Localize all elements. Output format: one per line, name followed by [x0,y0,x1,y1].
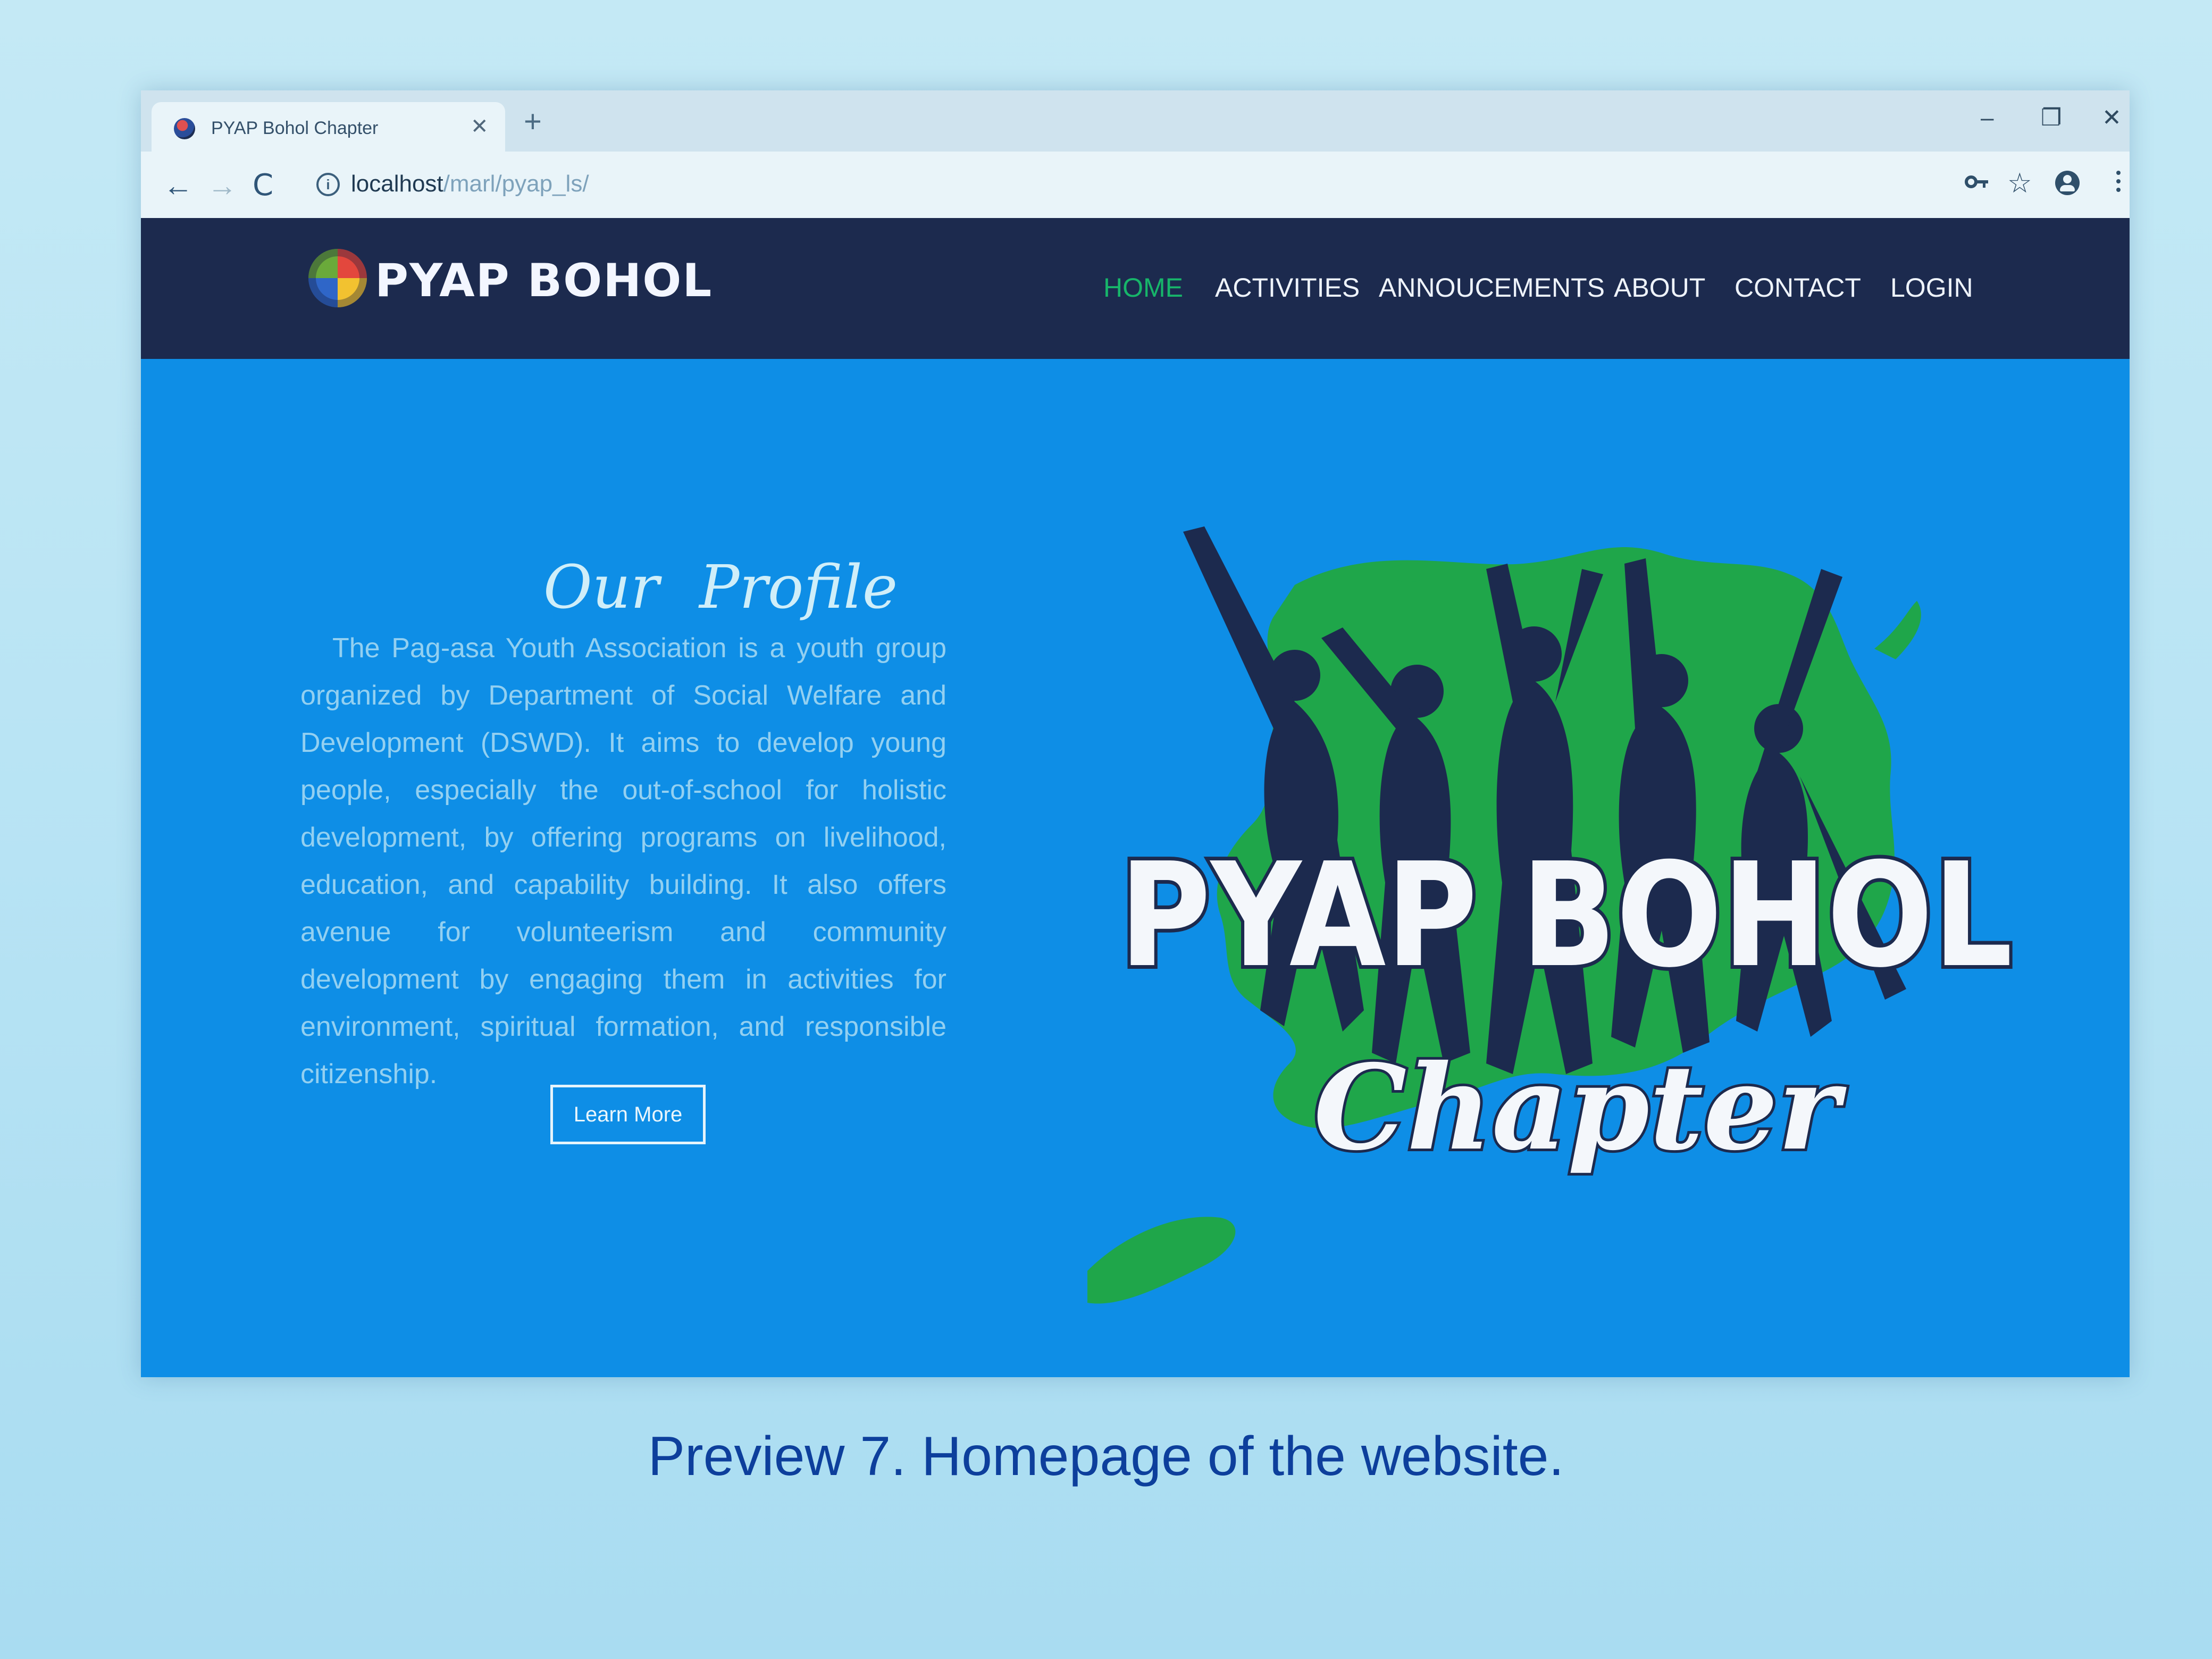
nav-about[interactable]: ABOUT [1614,272,1705,303]
artwork-title: PYAP BOHOL [1119,832,2013,999]
learn-more-button[interactable]: Learn More [550,1085,706,1144]
url-host: localhost [351,171,443,197]
nav-login[interactable]: LOGIN [1890,272,1973,303]
address-toolbar: ← → C i localhost/marl/pyap_ls/ ☆ [141,152,2130,218]
nav-contact[interactable]: CONTACT [1735,272,1861,303]
site-logo-icon[interactable] [308,249,367,307]
minimize-button[interactable]: – [1981,106,1993,130]
hero-description: The Pag-asa Youth Association is a youth… [300,633,946,1090]
reload-button[interactable]: C [253,171,273,200]
tab-strip: PYAP Bohol Chapter ✕ + – ❐ ✕ [141,90,2130,152]
browser-tab[interactable]: PYAP Bohol Chapter ✕ [152,102,505,152]
star-icon[interactable]: ☆ [2007,170,2032,197]
figure-caption: Preview 7. Homepage of the website. [648,1426,1564,1487]
nav-home[interactable]: HOME [1103,272,1183,303]
key-icon[interactable] [1965,170,1989,199]
hero-title: Our Profile [543,553,898,622]
back-button[interactable]: ← [163,171,193,200]
tab-title: PYAP Bohol Chapter [211,118,379,138]
close-icon[interactable]: ✕ [471,116,489,137]
site-brand[interactable]: PYAP BOHOL [375,254,713,307]
maximize-button[interactable]: ❐ [2041,106,2062,130]
forward-button[interactable]: → [207,171,237,200]
address-bar[interactable]: localhost/marl/pyap_ls/ [351,171,589,197]
island-fragment-ne [1874,601,1921,659]
url-path: /marl/pyap_ls/ [443,171,589,197]
info-icon[interactable]: i [316,173,340,196]
site-favicon-icon [174,118,195,139]
browser-window: PYAP Bohol Chapter ✕ + – ❐ ✕ ← → C i loc… [141,90,2130,1377]
close-window-button[interactable]: ✕ [2102,106,2122,130]
site-header: PYAP BOHOL HOME ACTIVITIES ANNOUCEMENTS … [141,218,2130,359]
island-fragment-sw [1087,1217,1236,1304]
menu-icon[interactable] [2116,167,2122,199]
artwork-subtitle: Chapter [1314,1038,1847,1176]
pyap-bohol-chapter-artwork: PYAP BOHOL Chapter [1087,526,2016,1304]
profile-icon[interactable] [2055,171,2080,195]
nav-activities[interactable]: ACTIVITIES [1215,272,1360,303]
nav-annoucements[interactable]: ANNOUCEMENTS [1379,272,1605,303]
new-tab-button[interactable]: + [524,106,542,137]
